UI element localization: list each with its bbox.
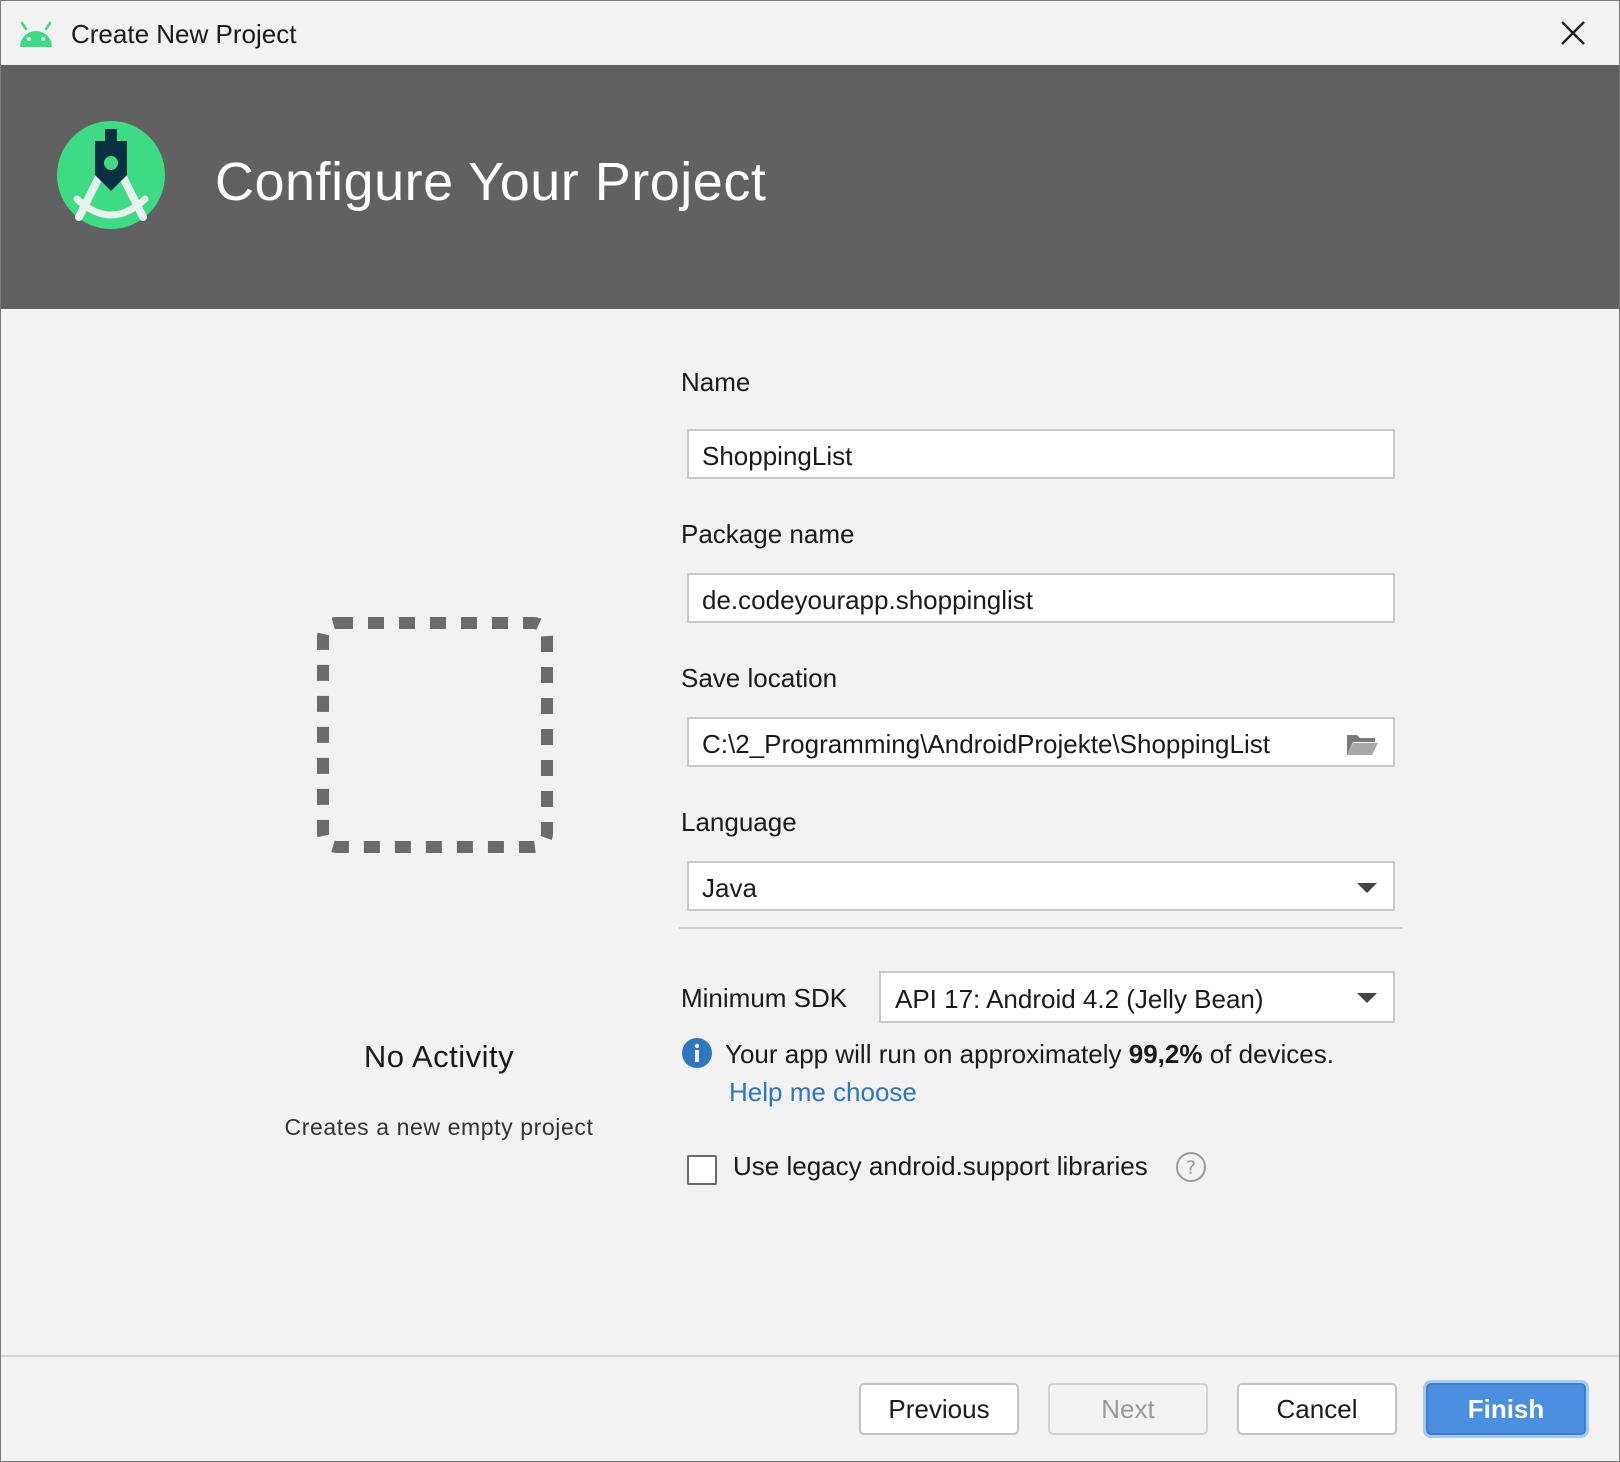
next-button[interactable]: Next (1048, 1383, 1208, 1435)
language-value: Java (702, 873, 757, 903)
package-name-value: de.codeyourapp.shoppinglist (702, 585, 1034, 615)
cancel-button[interactable]: Cancel (1237, 1383, 1397, 1435)
android-studio-logo (57, 121, 165, 229)
previous-button[interactable]: Previous (859, 1383, 1019, 1435)
name-value: ShoppingList (702, 441, 853, 471)
title-bar: Create New Project (1, 1, 1619, 65)
help-me-choose-link[interactable]: Help me choose (729, 1077, 917, 1108)
chevron-down-icon (1357, 883, 1377, 893)
folder-icon[interactable] (1345, 731, 1379, 757)
button-bar: Previous Next Cancel Finish (1, 1355, 1619, 1461)
activity-name: No Activity (363, 1039, 515, 1074)
minimum-sdk-label: Minimum SDK (681, 983, 848, 1013)
help-icon[interactable]: ? (1175, 1151, 1207, 1183)
minimum-sdk-value: API 17: Android 4.2 (Jelly Bean) (895, 984, 1264, 1014)
name-label: Name (681, 367, 751, 397)
save-location-field[interactable]: C:\2_Programming\AndroidProjekte\Shoppin… (687, 717, 1395, 767)
coverage-prefix: Your app will run on approximately (725, 1039, 1122, 1069)
language-label: Language (681, 807, 797, 837)
coverage-percent: 99,2% (1128, 1039, 1203, 1069)
package-label: Package name (681, 519, 855, 549)
window-title: Create New Project (71, 19, 297, 49)
name-field[interactable]: ShoppingList (687, 429, 1395, 479)
device-coverage-text: Your app will run on approximately 99,2%… (725, 1039, 1334, 1070)
create-project-dialog: Create New Project Configure Your Projec… (0, 0, 1620, 1462)
legacy-support-checkbox[interactable] (687, 1155, 717, 1185)
android-icon (20, 21, 52, 47)
close-icon[interactable] (1557, 17, 1589, 49)
save-location-label: Save location (681, 663, 838, 693)
header-banner: Configure Your Project (1, 65, 1619, 309)
svg-text:?: ? (1186, 1157, 1196, 1179)
main-content: No Activity Creates a new empty project … (1, 309, 1619, 1355)
finish-button[interactable]: Finish (1426, 1383, 1586, 1435)
minimum-sdk-select[interactable]: API 17: Android 4.2 (Jelly Bean) (879, 971, 1395, 1023)
legacy-support-label[interactable]: Use legacy android.support libraries (733, 1151, 1148, 1182)
coverage-suffix: of devices. (1209, 1039, 1334, 1069)
divider (679, 927, 1403, 929)
info-icon (682, 1038, 712, 1068)
empty-activity-icon (317, 617, 553, 853)
save-location-value: C:\2_Programming\AndroidProjekte\Shoppin… (702, 729, 1270, 759)
page-title: Configure Your Project (215, 152, 767, 212)
chevron-down-icon (1357, 993, 1377, 1003)
language-select[interactable]: Java (687, 861, 1395, 911)
activity-description: Creates a new empty project (284, 1114, 594, 1140)
package-name-field[interactable]: de.codeyourapp.shoppinglist (687, 573, 1395, 623)
